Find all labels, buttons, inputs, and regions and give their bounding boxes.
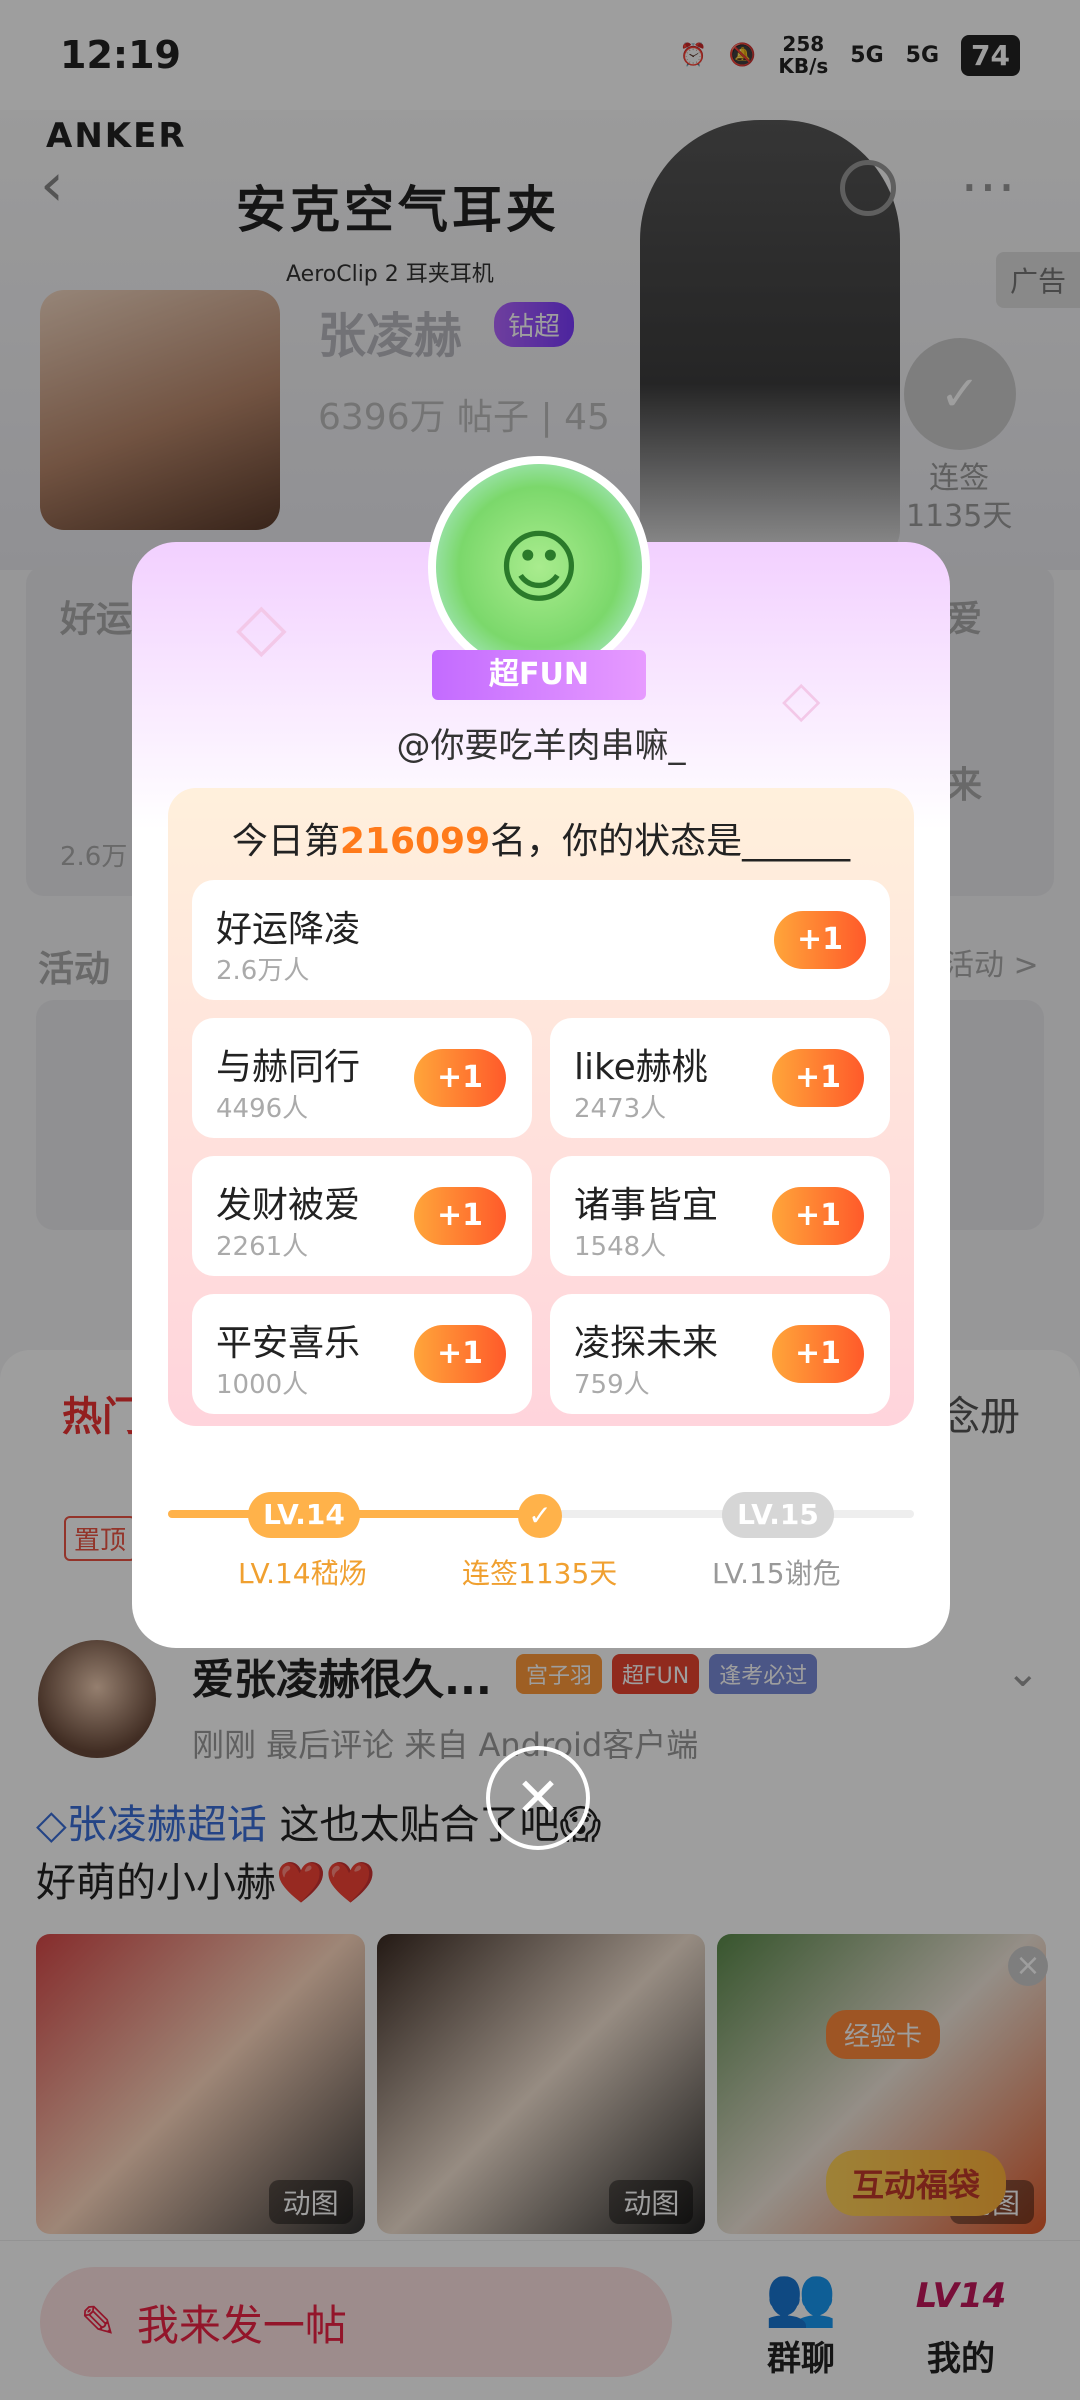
plus-one-button[interactable]: +1 bbox=[772, 1187, 864, 1245]
status-option[interactable]: 诸事皆宜 1548人 +1 bbox=[550, 1156, 890, 1276]
status-option[interactable]: 发财被爱 2261人 +1 bbox=[192, 1156, 532, 1276]
user-avatar-frame: ☺ bbox=[428, 456, 650, 678]
option-count: 2261人 bbox=[216, 1232, 309, 1262]
plus-one-button[interactable]: +1 bbox=[772, 1325, 864, 1383]
option-count: 4496人 bbox=[216, 1094, 309, 1124]
next-level-caption: LV.15谢危 bbox=[712, 1557, 841, 1590]
status-options-box: 今日第216099名，你的状态是______ 好运降凌 2.6万人 +1 与赫同… bbox=[168, 788, 914, 1426]
option-name: 凌探未来 bbox=[574, 1323, 719, 1364]
status-option[interactable]: 凌探未来 759人 +1 bbox=[550, 1294, 890, 1414]
option-count: 1548人 bbox=[574, 1232, 667, 1262]
status-option[interactable]: 与赫同行 4496人 +1 bbox=[192, 1018, 532, 1138]
user-handle: @你要吃羊肉串嘛_ bbox=[396, 726, 686, 766]
checkin-check-icon: ✓ bbox=[518, 1494, 562, 1538]
option-name: 好运降凌 bbox=[216, 909, 361, 950]
option-count: 2473人 bbox=[574, 1094, 667, 1124]
status-option[interactable]: 平安喜乐 1000人 +1 bbox=[192, 1294, 532, 1414]
plus-one-button[interactable]: +1 bbox=[414, 1187, 506, 1245]
current-level-caption: LV.14嵇炀 bbox=[238, 1557, 367, 1590]
fun-ribbon: 超FUN bbox=[432, 650, 646, 700]
status-option[interactable]: 好运降凌 2.6万人 +1 bbox=[192, 880, 890, 1000]
next-level-pill: LV.15 bbox=[722, 1492, 834, 1538]
option-name: 诸事皆宜 bbox=[574, 1185, 719, 1226]
current-level-pill: LV.14 bbox=[248, 1492, 360, 1538]
option-name: 与赫同行 bbox=[216, 1047, 361, 1088]
option-name: 平安喜乐 bbox=[216, 1323, 361, 1364]
plus-one-button[interactable]: +1 bbox=[772, 1049, 864, 1107]
option-count: 759人 bbox=[574, 1370, 650, 1400]
option-name: 发财被爱 bbox=[216, 1185, 361, 1226]
checkin-streak-caption: 连签1135天 bbox=[462, 1557, 618, 1590]
popup-close-button[interactable]: ✕ bbox=[486, 1746, 590, 1850]
user-avatar: ☺ bbox=[436, 464, 642, 670]
plus-one-button[interactable]: +1 bbox=[414, 1325, 506, 1383]
checkin-status-popup: ◇ ◇ ☺ 超FUN @你要吃羊肉串嘛_ 今日第216099名，你的状态是___… bbox=[132, 456, 950, 1648]
plus-one-button[interactable]: +1 bbox=[414, 1049, 506, 1107]
status-option[interactable]: like赫桃 2473人 +1 bbox=[550, 1018, 890, 1138]
rank-heading: 今日第216099名，你的状态是______ bbox=[231, 821, 851, 862]
option-name: like赫桃 bbox=[574, 1047, 708, 1088]
option-count: 2.6万人 bbox=[216, 956, 310, 986]
diamond-decor-icon: ◇ bbox=[236, 588, 287, 665]
option-count: 1000人 bbox=[216, 1370, 309, 1400]
plus-one-button[interactable]: +1 bbox=[774, 911, 866, 969]
rank-number: 216099 bbox=[339, 821, 491, 862]
